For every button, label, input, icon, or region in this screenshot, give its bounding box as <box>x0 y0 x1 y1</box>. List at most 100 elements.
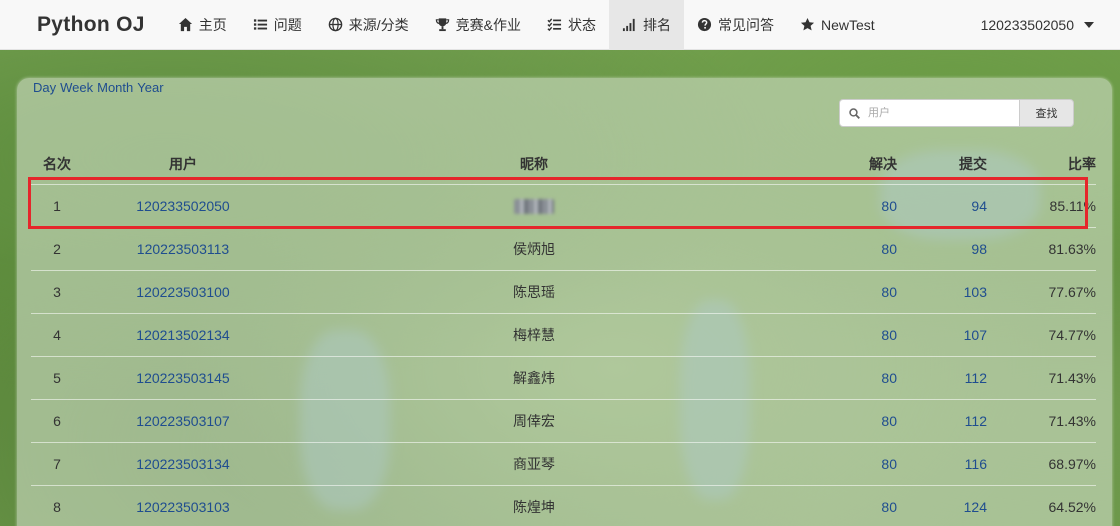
nav-item-contest[interactable]: 竞赛&作业 <box>422 0 534 50</box>
nav-item-home[interactable]: 主页 <box>165 0 240 50</box>
user-link[interactable]: 120223503100 <box>83 284 283 300</box>
solved-link[interactable]: 80 <box>785 241 911 257</box>
rank-cell: 7 <box>53 456 61 472</box>
ratio-cell: 71.43% <box>1048 413 1096 429</box>
period-filters: Day Week Month Year <box>33 80 164 95</box>
brand-logo[interactable]: Python OJ <box>37 13 145 37</box>
table-row: 7 120223503134 商亚琴 80 116 68.97% <box>31 442 1096 485</box>
ratio-cell: 77.67% <box>1048 284 1096 300</box>
ranking-table: 名次 用户 昵称 解决 提交 比率 1 120233502050 80 94 8… <box>31 143 1096 526</box>
nickname-cell <box>283 198 785 215</box>
table-row: 2 120223503113 侯炳旭 80 98 81.63% <box>31 227 1096 270</box>
nav-item-label: 状态 <box>567 16 596 33</box>
user-search-box <box>839 99 1020 127</box>
nav-item-status[interactable]: 状态 <box>534 0 609 50</box>
solved-link[interactable]: 80 <box>785 327 911 343</box>
nav-item-problems[interactable]: 问题 <box>240 0 315 50</box>
nickname-cell: 陈思瑶 <box>513 284 555 300</box>
nickname-cell: 陈煌坤 <box>513 499 555 515</box>
user-search-input[interactable] <box>868 107 1008 119</box>
ratio-cell: 68.97% <box>1048 456 1096 472</box>
period-year-link[interactable]: Year <box>137 80 163 95</box>
signal-icon <box>622 18 635 32</box>
search-button[interactable]: 查找 <box>1019 99 1074 127</box>
table-row: 3 120223503100 陈思瑶 80 103 77.67% <box>31 270 1096 313</box>
checklist-icon <box>547 18 562 32</box>
user-link[interactable]: 120213502134 <box>83 327 283 343</box>
nickname-cell: 侯炳旭 <box>513 241 555 257</box>
submitted-link[interactable]: 116 <box>911 456 1011 472</box>
ratio-cell: 64.52% <box>1048 499 1096 515</box>
navbar: Python OJ 主页 问题 来源/分类 竞赛&作业 状态 排名 常见问答 N… <box>0 0 1120 50</box>
nickname-cell: 梅梓慧 <box>513 327 555 343</box>
period-week-link[interactable]: Week <box>60 80 93 95</box>
ratio-cell: 85.11% <box>1049 198 1096 214</box>
nav-item-faq[interactable]: 常见问答 <box>684 0 787 50</box>
nav-item-label: NewTest <box>820 16 875 33</box>
submitted-link[interactable]: 112 <box>911 370 1011 386</box>
header-ratio[interactable]: 比率 <box>1011 154 1096 174</box>
table-row: 8 120223503103 陈煌坤 80 124 64.52% <box>31 485 1096 526</box>
header-submitted[interactable]: 提交 <box>911 154 1011 174</box>
nav-item-source[interactable]: 来源/分类 <box>315 0 422 50</box>
user-link[interactable]: 120223503145 <box>83 370 283 386</box>
submitted-link[interactable]: 98 <box>911 241 1011 257</box>
user-link[interactable]: 120223503107 <box>83 413 283 429</box>
nickname-cell: 商亚琴 <box>513 456 555 472</box>
solved-link[interactable]: 80 <box>785 456 911 472</box>
rank-cell: 5 <box>53 370 61 386</box>
table-header: 名次 用户 昵称 解决 提交 比率 <box>31 143 1096 184</box>
ratio-cell: 71.43% <box>1048 370 1096 386</box>
list-icon <box>253 19 267 30</box>
header-rank[interactable]: 名次 <box>31 154 83 174</box>
blurred-nickname <box>514 199 554 215</box>
user-link[interactable]: 120233502050 <box>83 198 283 214</box>
period-day-link[interactable]: Day <box>33 80 56 95</box>
solved-link[interactable]: 80 <box>785 284 911 300</box>
globe-icon <box>328 17 343 32</box>
nav-item-newtest[interactable]: NewTest <box>787 0 888 50</box>
trophy-icon <box>435 18 449 32</box>
header-nickname: 昵称 <box>520 155 548 172</box>
star-icon <box>800 17 815 31</box>
nav-item-label: 来源/分类 <box>348 16 409 33</box>
nav-item-ranking[interactable]: 排名 <box>608 0 684 50</box>
user-link[interactable]: 120223503113 <box>83 241 283 257</box>
nav-item-label: 竞赛&作业 <box>455 16 521 33</box>
table-row: 5 120223503145 解鑫炜 80 112 71.43% <box>31 356 1096 399</box>
submitted-link[interactable]: 112 <box>911 413 1011 429</box>
solved-link[interactable]: 80 <box>785 499 911 515</box>
header-user[interactable]: 用户 <box>83 154 283 174</box>
question-circle-icon <box>697 17 712 32</box>
user-menu[interactable]: 120233502050 <box>981 0 1094 50</box>
user-menu-label: 120233502050 <box>980 17 1074 33</box>
nickname-cell: 周倖宏 <box>513 413 555 429</box>
submitted-link[interactable]: 107 <box>911 327 1011 343</box>
submitted-link[interactable]: 124 <box>911 499 1011 515</box>
rank-cell: 2 <box>53 241 61 257</box>
period-month-link[interactable]: Month <box>97 80 133 95</box>
nickname-cell: 解鑫炜 <box>513 370 555 386</box>
user-link[interactable]: 120223503103 <box>83 499 283 515</box>
ratio-cell: 81.63% <box>1048 241 1096 257</box>
solved-link[interactable]: 80 <box>785 198 911 214</box>
user-link[interactable]: 120223503134 <box>83 456 283 472</box>
rank-cell: 1 <box>53 198 61 214</box>
rank-cell: 4 <box>53 327 61 343</box>
solved-link[interactable]: 80 <box>785 413 911 429</box>
home-icon <box>178 17 192 32</box>
submitted-link[interactable]: 94 <box>911 198 1011 214</box>
nav-item-label: 常见问答 <box>717 16 774 33</box>
nav-item-label: 排名 <box>642 16 671 33</box>
rank-cell: 6 <box>53 413 61 429</box>
nav-item-label: 问题 <box>273 16 302 33</box>
table-row: 4 120213502134 梅梓慧 80 107 74.77% <box>31 313 1096 356</box>
header-solved[interactable]: 解决 <box>785 154 911 174</box>
caret-down-icon <box>1084 22 1094 28</box>
rank-cell: 3 <box>53 284 61 300</box>
search-icon <box>849 107 860 119</box>
nav-item-label: 主页 <box>198 16 227 33</box>
rank-cell: 8 <box>53 499 61 515</box>
submitted-link[interactable]: 103 <box>911 284 1011 300</box>
solved-link[interactable]: 80 <box>785 370 911 386</box>
